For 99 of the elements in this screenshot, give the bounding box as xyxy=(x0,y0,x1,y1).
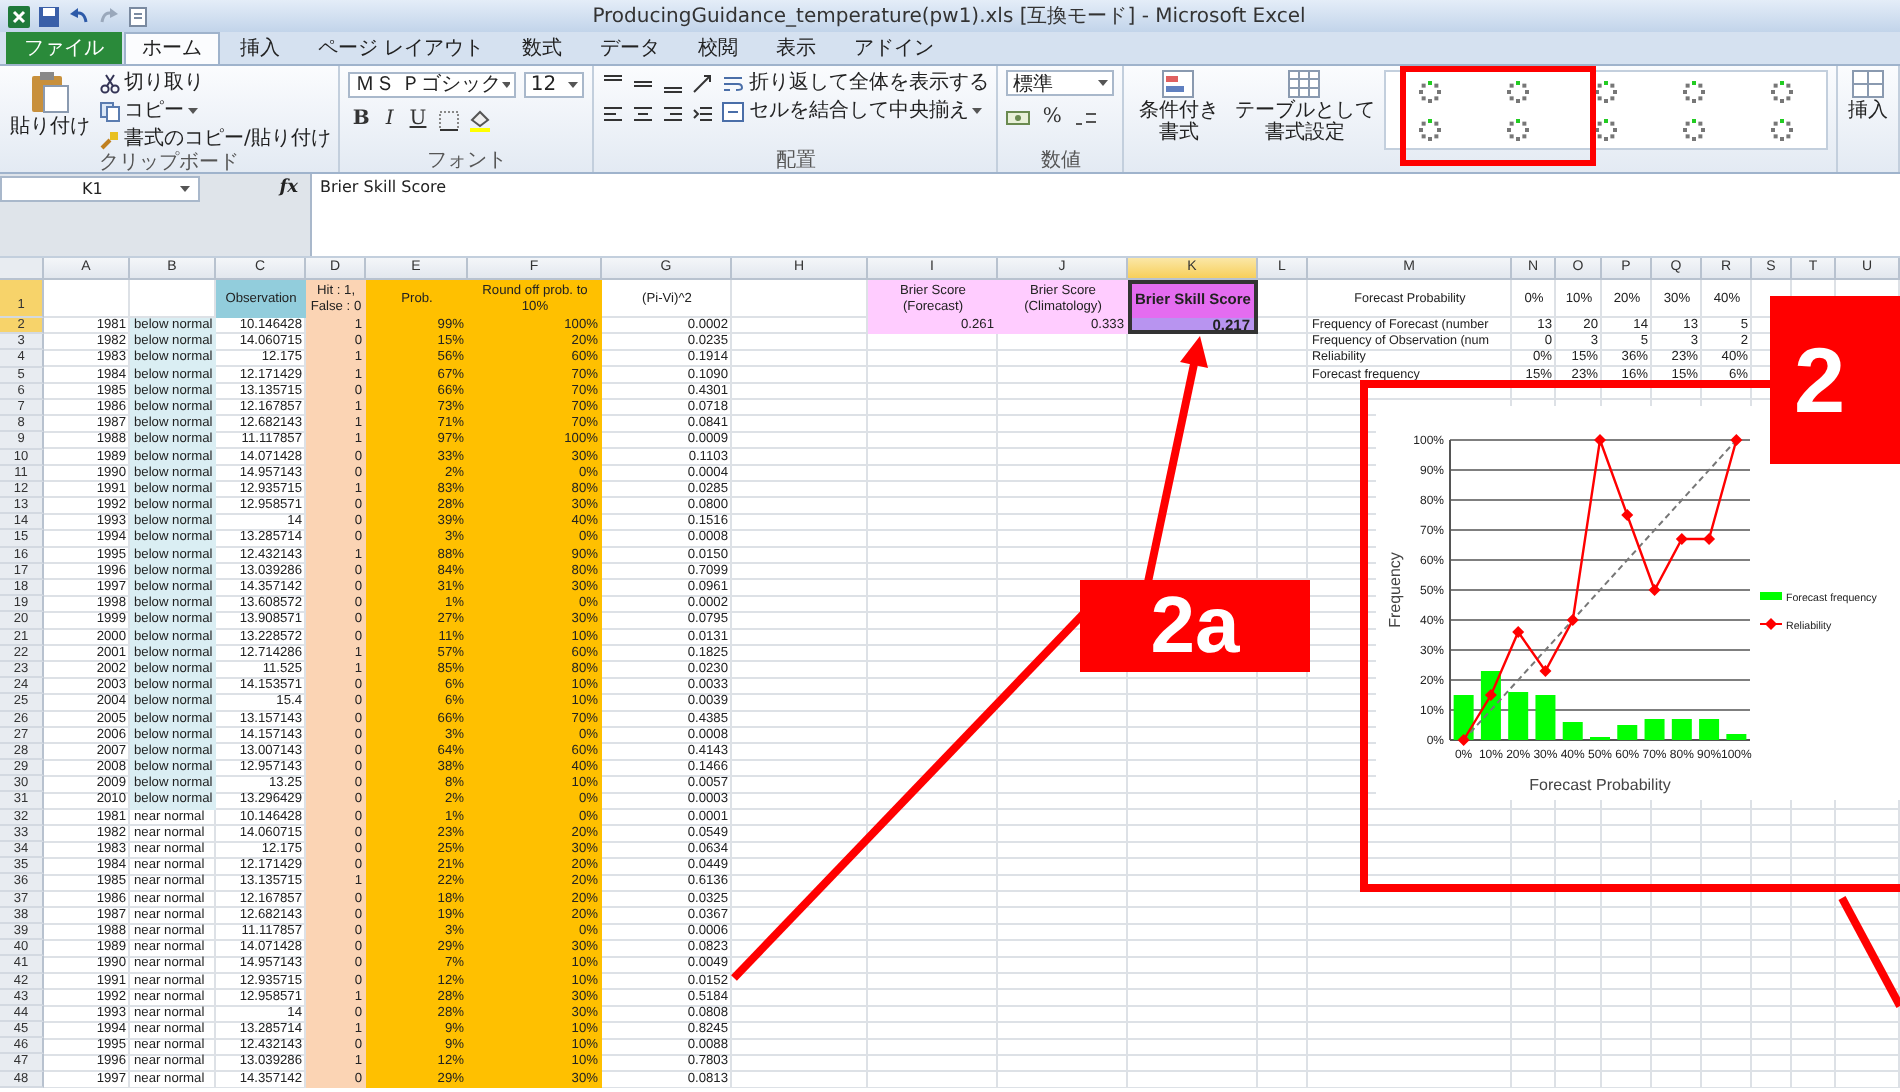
style-gallery[interactable] xyxy=(1384,70,1828,150)
group-label: 配置 xyxy=(773,150,818,172)
loading-icon xyxy=(1770,79,1795,103)
caret-icon xyxy=(568,81,579,87)
point xyxy=(1675,533,1688,545)
bar xyxy=(1726,734,1747,740)
paste-icon xyxy=(30,70,70,114)
font-size-field[interactable]: 12 xyxy=(524,71,585,97)
bar xyxy=(1699,719,1720,740)
conditional-format-icon xyxy=(1162,70,1195,98)
caret-icon xyxy=(188,108,198,114)
bar xyxy=(1535,695,1556,740)
ribbon-tab[interactable]: アドイン xyxy=(836,32,953,64)
loading-icon xyxy=(1418,79,1443,103)
ribbon-tab[interactable]: ファイル xyxy=(6,32,122,64)
ribbon-tab[interactable]: 挿入 xyxy=(222,32,298,64)
format-as-table-button[interactable]: テーブルとして書式設定 xyxy=(1232,70,1377,144)
wrap-text-button[interactable]: 折り返して全体を表示する xyxy=(722,70,989,96)
indent-icon[interactable] xyxy=(692,104,715,124)
border-icon[interactable] xyxy=(438,109,461,131)
conditional-format-button[interactable]: 条件付き書式 xyxy=(1132,70,1225,144)
caret-icon xyxy=(972,108,983,114)
callout-label: 2a xyxy=(1080,580,1310,672)
bar xyxy=(1562,722,1583,740)
formula-field[interactable]: Brier Skill Score xyxy=(310,174,1900,256)
axis-title: Frequency xyxy=(1386,552,1404,628)
wrap-text-icon xyxy=(722,73,745,93)
ribbon-tab[interactable]: 表示 xyxy=(758,32,835,64)
merge-cells-icon xyxy=(722,101,745,121)
align-icon[interactable] xyxy=(602,104,625,124)
cut-button[interactable]: 切り取り xyxy=(100,70,331,96)
window-title: ProducingGuidance_temperature(pw1).xls [互換モード] - Microsoft Excel xyxy=(590,4,1308,30)
point xyxy=(1594,434,1606,446)
undo-icon[interactable] xyxy=(68,5,90,27)
group-label: クリップボード xyxy=(97,152,242,174)
number-format-field[interactable]: 標準 xyxy=(1006,70,1115,96)
copy-button[interactable]: コピー xyxy=(100,98,331,124)
bar xyxy=(1508,692,1529,740)
fill-color-icon[interactable] xyxy=(468,109,493,131)
bar xyxy=(1453,695,1474,740)
orientation-icon[interactable] xyxy=(692,74,715,94)
font-name-field[interactable]: ＭＳ Ｐゴシック xyxy=(348,71,517,97)
loading-icon xyxy=(1682,117,1707,141)
insert-cells-icon xyxy=(1852,70,1884,98)
merge-center-button[interactable]: セルを結合して中央揃え xyxy=(722,98,989,124)
bar xyxy=(1671,719,1692,740)
point xyxy=(1703,533,1716,545)
ribbon-tab[interactable]: ページ レイアウト xyxy=(300,32,503,64)
loading-icon xyxy=(1506,79,1531,103)
caret-icon xyxy=(501,81,511,87)
insert-button[interactable]: 挿入 xyxy=(1846,70,1890,122)
bar xyxy=(1617,725,1638,740)
brush-icon xyxy=(100,129,120,149)
annotation-line xyxy=(1838,896,1900,1008)
percent-button[interactable]: % xyxy=(1038,106,1066,130)
currency-icon[interactable] xyxy=(1006,108,1031,128)
loading-icon xyxy=(1770,117,1795,141)
loading-icon xyxy=(1594,117,1619,141)
align-icon[interactable] xyxy=(632,104,655,124)
font-style-button[interactable]: I xyxy=(381,108,398,132)
save-icon[interactable] xyxy=(38,5,60,27)
point xyxy=(1457,734,1470,746)
print-preview-icon[interactable] xyxy=(128,5,150,27)
point xyxy=(1648,584,1661,596)
ribbon-tab[interactable]: 校閲 xyxy=(680,32,757,64)
table-icon xyxy=(1288,70,1321,98)
ribbon-tab[interactable]: データ xyxy=(582,32,679,64)
point xyxy=(1730,434,1743,446)
loading-icon xyxy=(1418,117,1443,141)
callout-label: 2 xyxy=(1770,296,1900,464)
legend-swatch xyxy=(1760,592,1782,600)
loading-icon xyxy=(1506,117,1531,141)
decimal-icon[interactable] xyxy=(1073,108,1098,128)
ribbon-tab[interactable]: 数式 xyxy=(504,32,581,64)
font-style-button[interactable]: B xyxy=(348,108,374,132)
bar xyxy=(1644,719,1665,740)
caret-icon xyxy=(1098,80,1109,86)
font-style-button[interactable]: U xyxy=(405,108,431,132)
scissors-icon xyxy=(100,73,120,93)
point xyxy=(1484,689,1497,701)
align-icon[interactable] xyxy=(662,104,685,124)
ribbon-tab[interactable]: ホーム xyxy=(124,32,220,64)
format-painter-button[interactable]: 書式のコピー/貼り付け xyxy=(100,126,331,152)
legend-swatch xyxy=(1759,618,1783,630)
point xyxy=(1621,509,1634,521)
excel-logo-icon xyxy=(8,5,30,27)
caret-icon xyxy=(180,186,190,192)
loading-icon xyxy=(1682,79,1707,103)
copy-icon xyxy=(100,101,120,121)
point xyxy=(1512,626,1525,638)
point xyxy=(1566,614,1579,626)
point xyxy=(1539,665,1552,677)
function-button[interactable]: fx xyxy=(279,176,310,198)
axis-title: Forecast Probability xyxy=(1529,776,1671,794)
name-box[interactable]: K1 xyxy=(0,176,200,202)
paste-button[interactable]: 貼り付け xyxy=(8,70,92,138)
group-label: フォント xyxy=(424,150,509,172)
loading-icon xyxy=(1594,79,1619,103)
group-label: 数値 xyxy=(1038,150,1083,172)
